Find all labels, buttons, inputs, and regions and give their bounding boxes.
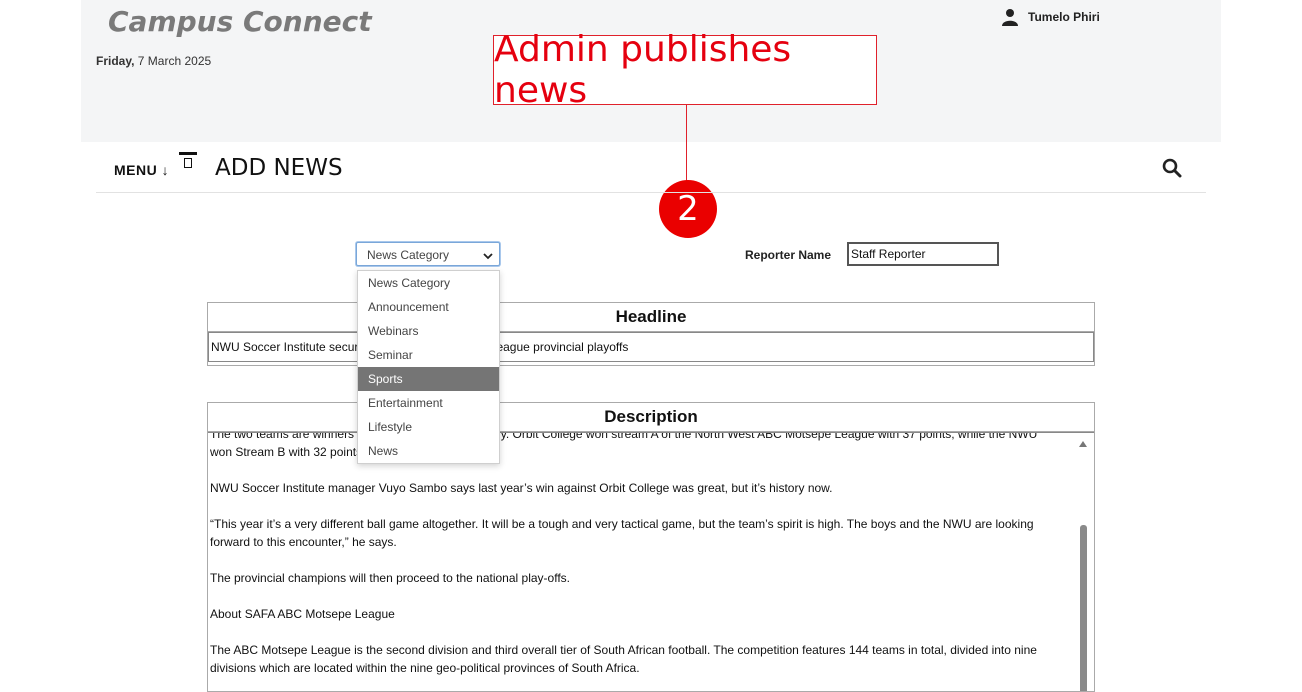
description-paragraph: The two teams are winners of their strea… [210,432,1038,459]
user-icon [1002,9,1018,26]
description-paragraph: The ABC Motsepe League is the second div… [210,643,1037,675]
category-option-webinars[interactable]: Webinars [358,319,499,343]
current-date: Friday, 7 March 2025 [96,54,211,68]
page-title: ADD NEWS [215,155,343,181]
category-option-news-category[interactable]: News Category [358,271,499,295]
description-paragraph: The provincial champions will then proce… [210,571,570,585]
description-paragraph: “This year it’s a very different ball ga… [210,517,1034,549]
description-paragraph: NWU Soccer Institute manager Vuyo Sambo … [210,481,833,495]
category-option-sports[interactable]: Sports [358,367,499,391]
description-textarea[interactable]: The two teams are winners of their strea… [208,432,1094,691]
reporter-name-label: Reporter Name [745,248,832,262]
scrollbar-thumb[interactable] [1080,525,1087,691]
news-category-value: News Category [367,248,450,262]
brand-logo[interactable]: Campus Connect [108,5,372,38]
headline-panel: Headline [207,302,1095,366]
menu-button[interactable]: MENU ↓ [114,162,169,178]
annotation-callout: Admin publishes news [493,29,877,111]
category-option-seminar[interactable]: Seminar [358,343,499,367]
page-toolbar: MENU ↓ ADD NEWS [96,146,1206,193]
news-category-dropdown: News Category Announcement Webinars Semi… [357,270,500,464]
reporter-name-input[interactable] [847,242,999,266]
description-scrollbar[interactable] [1079,437,1089,691]
category-option-lifestyle[interactable]: Lifestyle [358,415,499,439]
description-panel: Description The two teams are winners of… [207,402,1095,692]
scroll-up-arrow-icon[interactable] [1079,441,1087,447]
news-category-select[interactable]: News Category [356,242,500,266]
category-option-news[interactable]: News [358,439,499,463]
search-icon[interactable] [1162,158,1184,180]
menu-toggle-icon[interactable] [178,152,198,176]
user-profile[interactable]: Tumelo Phiri [1002,8,1100,26]
date-day: Friday, [96,54,135,68]
description-title: Description [208,403,1094,432]
description-paragraph: About SAFA ABC Motsepe League [210,607,395,621]
category-option-entertainment[interactable]: Entertainment [358,391,499,415]
headline-title: Headline [208,303,1094,332]
user-name: Tumelo Phiri [1028,10,1100,24]
headline-input[interactable] [208,332,1094,362]
chevron-down-icon [483,249,493,263]
date-rest: 7 March 2025 [134,54,212,68]
category-option-announcement[interactable]: Announcement [358,295,499,319]
